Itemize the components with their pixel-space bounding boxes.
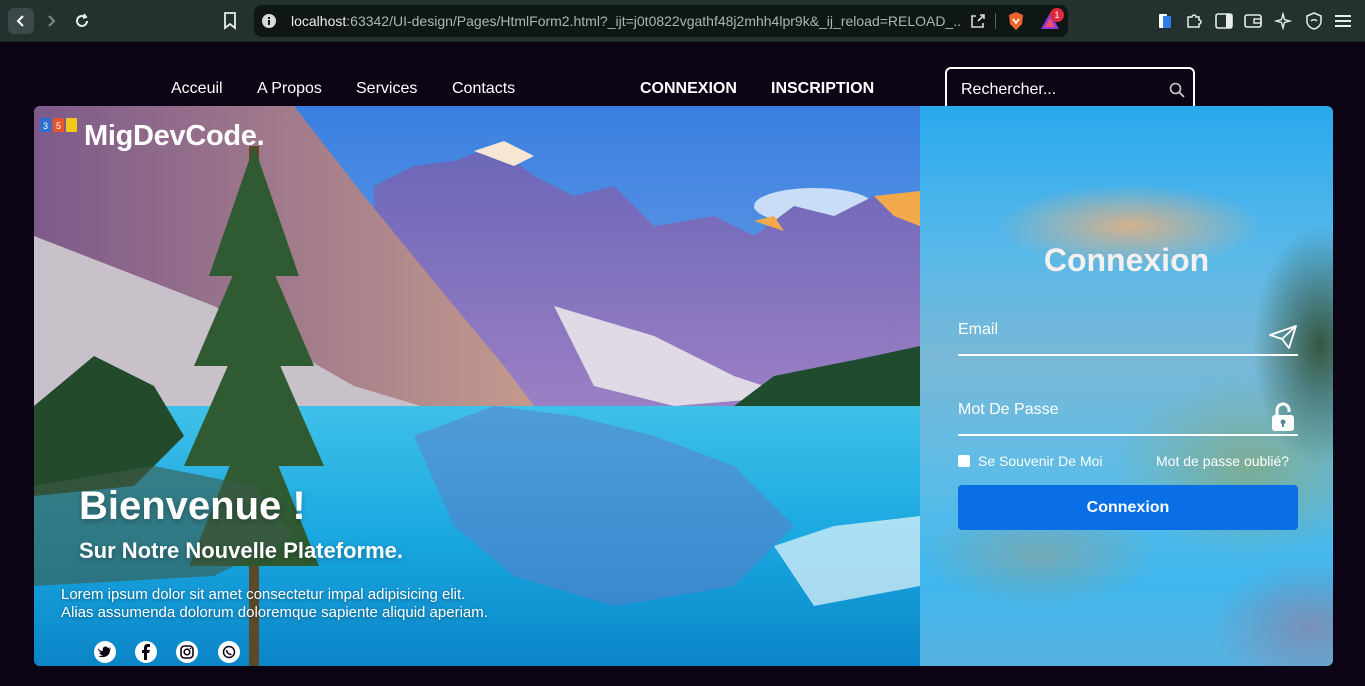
main-card: 3 5 MigDevCode. Bienvenue ! Sur Notre No… bbox=[34, 106, 1333, 666]
html-css-js-logo-icon: 3 5 bbox=[40, 118, 77, 132]
email-label: Email bbox=[958, 321, 999, 338]
browser-toolbar: localhost:63342/UI-design/Pages/HtmlForm… bbox=[0, 0, 1365, 42]
forward-arrow-icon bbox=[48, 15, 56, 27]
wallet-side-icon[interactable] bbox=[1153, 9, 1177, 33]
forgot-password-link[interactable]: Mot de passe oublié? bbox=[1156, 453, 1289, 469]
bookmark-button[interactable] bbox=[218, 9, 242, 33]
whatsapp-icon[interactable] bbox=[218, 641, 240, 663]
facebook-icon[interactable] bbox=[135, 641, 157, 663]
url-text[interactable]: localhost:63342/UI-design/Pages/HtmlForm… bbox=[291, 13, 961, 29]
reload-button[interactable] bbox=[69, 8, 95, 34]
paper-plane-icon bbox=[1268, 322, 1298, 352]
nav-connexion-link[interactable]: CONNEXION bbox=[640, 80, 737, 98]
brand-logo: 3 5 bbox=[40, 117, 78, 133]
menu-icon[interactable] bbox=[1331, 9, 1355, 33]
reload-icon bbox=[76, 13, 88, 27]
extensions-icon[interactable] bbox=[1182, 9, 1206, 33]
url-separator bbox=[995, 13, 996, 29]
svg-text:5: 5 bbox=[56, 121, 61, 131]
bookmark-icon bbox=[224, 12, 236, 30]
wallet-icon[interactable] bbox=[1241, 9, 1265, 33]
url-host: localhost bbox=[291, 13, 347, 29]
nav-link-contacts[interactable]: Contacts bbox=[452, 80, 515, 98]
back-arrow-icon bbox=[16, 15, 24, 27]
vpn-icon[interactable] bbox=[1302, 9, 1326, 33]
back-button[interactable] bbox=[8, 8, 34, 34]
welcome-desc-line-2: Alias assumenda dolorum doloremque sapie… bbox=[61, 604, 488, 621]
rewards-badge: 1 bbox=[1050, 8, 1064, 22]
login-panel: Connexion Email Mot De Passe Se Souvenir… bbox=[920, 106, 1333, 666]
search-input[interactable] bbox=[961, 79, 1161, 101]
login-button[interactable]: Connexion bbox=[958, 485, 1298, 530]
nav-link-a-propos[interactable]: A Propos bbox=[257, 80, 322, 98]
welcome-subtitle: Sur Notre Nouvelle Plateforme. bbox=[79, 538, 403, 563]
nav-link-accueil[interactable]: Acceuil bbox=[171, 80, 223, 98]
hero-image bbox=[34, 106, 920, 666]
remember-label: Se Souvenir De Moi bbox=[978, 453, 1103, 469]
twitter-icon[interactable] bbox=[94, 641, 116, 663]
search-icon[interactable] bbox=[1167, 80, 1187, 100]
remember-me[interactable]: Se Souvenir De Moi bbox=[958, 453, 1103, 469]
brave-shields-icon[interactable] bbox=[1005, 10, 1027, 32]
welcome-description: Lorem ipsum dolor sit amet consectetur i… bbox=[61, 586, 488, 622]
mountain-lake-illustration bbox=[34, 106, 920, 666]
leo-ai-icon[interactable] bbox=[1271, 9, 1295, 33]
password-field[interactable]: Mot De Passe bbox=[958, 392, 1298, 436]
address-bar[interactable]: localhost:63342/UI-design/Pages/HtmlForm… bbox=[254, 5, 1068, 37]
email-field[interactable]: Email bbox=[958, 312, 1298, 356]
forward-button[interactable] bbox=[38, 8, 64, 34]
remember-checkbox[interactable] bbox=[958, 455, 970, 467]
nav-link-services[interactable]: Services bbox=[356, 80, 417, 98]
site-info-icon[interactable] bbox=[261, 13, 277, 29]
share-icon[interactable] bbox=[968, 11, 988, 31]
sidebar-icon[interactable] bbox=[1212, 9, 1236, 33]
url-path: :63342/UI-design/Pages/HtmlForm2.html?_i… bbox=[346, 13, 961, 29]
instagram-icon[interactable] bbox=[176, 641, 198, 663]
password-label: Mot De Passe bbox=[958, 401, 1059, 418]
login-title: Connexion bbox=[1043, 242, 1210, 278]
nav-inscription-link[interactable]: INSCRIPTION bbox=[771, 80, 874, 98]
lock-icon bbox=[1268, 402, 1298, 432]
welcome-title: Bienvenue ! bbox=[79, 484, 306, 528]
brand-name[interactable]: MigDevCode. bbox=[84, 120, 265, 153]
welcome-desc-line-1: Lorem ipsum dolor sit amet consectetur i… bbox=[61, 586, 466, 603]
svg-text:3: 3 bbox=[43, 121, 48, 131]
